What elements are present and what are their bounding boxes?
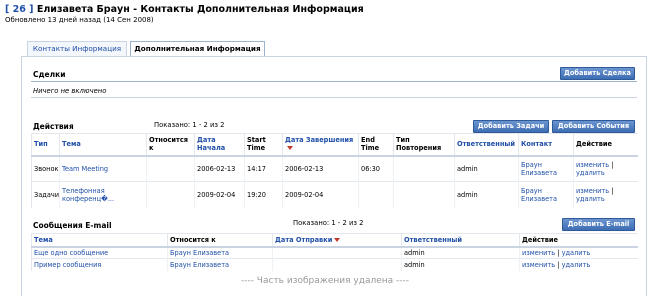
- record-id: [ 26 ]: [5, 4, 34, 15]
- cell-actions: изменить | удалить: [573, 181, 638, 208]
- table-row: Звонок Team Meeting 2006-02-13 14:17 200…: [31, 155, 638, 182]
- table-row: Пример сообщения Браун Елизавета admin и…: [31, 258, 638, 271]
- col-end-time: End Time: [358, 133, 394, 157]
- cell-type: Задачи: [31, 181, 60, 208]
- cell-email-related-link[interactable]: Браун Елизавета: [167, 258, 273, 271]
- updated-info: Обновлено 13 дней назад (14 Сен 2008): [5, 16, 154, 24]
- cell-owner: admin: [454, 155, 519, 182]
- delete-link[interactable]: удалить: [562, 261, 591, 269]
- cell-email-actions: изменить | удалить: [519, 258, 638, 271]
- emails-table: Тема Относится к Дата Отправки Ответстве…: [31, 233, 638, 271]
- cell-owner: admin: [454, 181, 519, 208]
- col-subject[interactable]: Тема: [59, 133, 147, 157]
- col-email-action: Действие: [519, 233, 638, 248]
- sort-desc-icon: [334, 237, 341, 242]
- cell-start-time: 19:20: [244, 181, 283, 208]
- col-email-owner[interactable]: Ответственный: [401, 233, 520, 248]
- cell-end-time: 06:30: [358, 155, 394, 182]
- add-task-button[interactable]: Добавить Задачи: [473, 120, 549, 133]
- table-row: Задачи Телефонная конференц�... 2009-02-…: [31, 181, 638, 208]
- cell-email-related-link[interactable]: Браун Елизавета: [167, 246, 273, 259]
- delete-link[interactable]: удалить: [562, 249, 591, 257]
- cell-email-date: [272, 258, 402, 271]
- actions-table: Тип Тема Относится к Дата Начала Start T…: [31, 133, 638, 208]
- col-email-subject[interactable]: Тема: [31, 233, 168, 248]
- page-title: [ 26 ] Елизавета Браун - Контакты Дополн…: [5, 4, 364, 15]
- actions-pager: Показано: 1 - 2 из 2: [154, 121, 225, 129]
- edit-link[interactable]: изменить: [522, 249, 555, 257]
- cell-email-actions: изменить | удалить: [519, 246, 638, 259]
- actions-title: Действия: [33, 122, 74, 131]
- cell-end-date: 2006-02-13: [282, 155, 359, 182]
- cell-subject-link[interactable]: Team Meeting: [59, 155, 147, 182]
- add-event-button[interactable]: Добавить События: [552, 120, 635, 133]
- cell-email-subject-link[interactable]: Еще одно сообщение: [31, 246, 168, 259]
- deals-divider: [31, 81, 637, 82]
- emails-pager: Показано: 1 - 2 из 2: [293, 219, 364, 227]
- tab-additional-info[interactable]: Дополнительная Информация: [130, 41, 265, 57]
- col-contact[interactable]: Контакт: [518, 133, 574, 157]
- col-start-date[interactable]: Дата Начала: [194, 133, 245, 157]
- cell-email-date: [272, 246, 402, 259]
- edit-link[interactable]: изменить: [576, 187, 609, 195]
- col-action: Действие: [573, 133, 638, 157]
- add-email-button[interactable]: Добавить E-mail: [562, 218, 635, 231]
- deals-bottom-divider: [31, 97, 637, 98]
- cell-related: [146, 155, 195, 182]
- delete-link[interactable]: удалить: [576, 169, 605, 177]
- deals-empty-text: Ничего не включено: [33, 87, 107, 95]
- col-owner[interactable]: Ответственный: [454, 133, 519, 157]
- emails-title: Сообщения E-mail: [33, 221, 112, 230]
- cell-email-owner: admin: [401, 258, 520, 271]
- cell-contact-link[interactable]: Браун Елизавета: [518, 155, 574, 182]
- col-email-date[interactable]: Дата Отправки: [272, 233, 402, 248]
- image-removed-notice: ---- Часть изображения удалена ----: [240, 276, 410, 286]
- col-end-date[interactable]: Дата Завершения: [282, 133, 359, 157]
- cell-repeat: [393, 181, 455, 208]
- cell-start-time: 14:17: [244, 155, 283, 182]
- delete-link[interactable]: удалить: [576, 195, 605, 203]
- sort-desc-icon: [287, 146, 293, 151]
- cell-email-subject-link[interactable]: Пример сообщения: [31, 258, 168, 271]
- col-start-time: Start Time: [244, 133, 283, 157]
- col-type[interactable]: Тип: [31, 133, 60, 157]
- cell-start-date: 2009-02-04: [194, 181, 245, 208]
- deals-title: Сделки: [33, 70, 66, 79]
- cell-contact-link[interactable]: Браун Елизавета: [518, 181, 574, 208]
- cell-end-date: 2009-02-04: [282, 181, 359, 208]
- cell-repeat: [393, 155, 455, 182]
- cell-type: Звонок: [31, 155, 60, 182]
- edit-link[interactable]: изменить: [522, 261, 555, 269]
- edit-link[interactable]: изменить: [576, 161, 609, 169]
- cell-start-date: 2006-02-13: [194, 155, 245, 182]
- col-email-date-label: Дата Отправки: [275, 235, 333, 244]
- content-panel: Сделки Добавить Сделка Ничего не включен…: [21, 56, 647, 296]
- tab-contact-info[interactable]: Контакты Информация: [27, 41, 127, 56]
- cell-subject-link[interactable]: Телефонная конференц�...: [59, 181, 147, 208]
- cell-email-owner: admin: [401, 246, 520, 259]
- record-title: Елизавета Браун - Контакты Дополнительна…: [33, 4, 364, 15]
- cell-related: [146, 181, 195, 208]
- table-row: Еще одно сообщение Браун Елизавета admin…: [31, 246, 638, 259]
- col-email-related: Относится к: [167, 233, 273, 248]
- cell-end-time: [358, 181, 394, 208]
- add-deal-button[interactable]: Добавить Сделка: [560, 67, 635, 80]
- col-repeat: Тип Повторения: [393, 133, 455, 157]
- col-related: Относится к: [146, 133, 195, 157]
- col-end-date-label: Дата Завершения: [285, 136, 354, 145]
- cell-actions: изменить | удалить: [573, 155, 638, 182]
